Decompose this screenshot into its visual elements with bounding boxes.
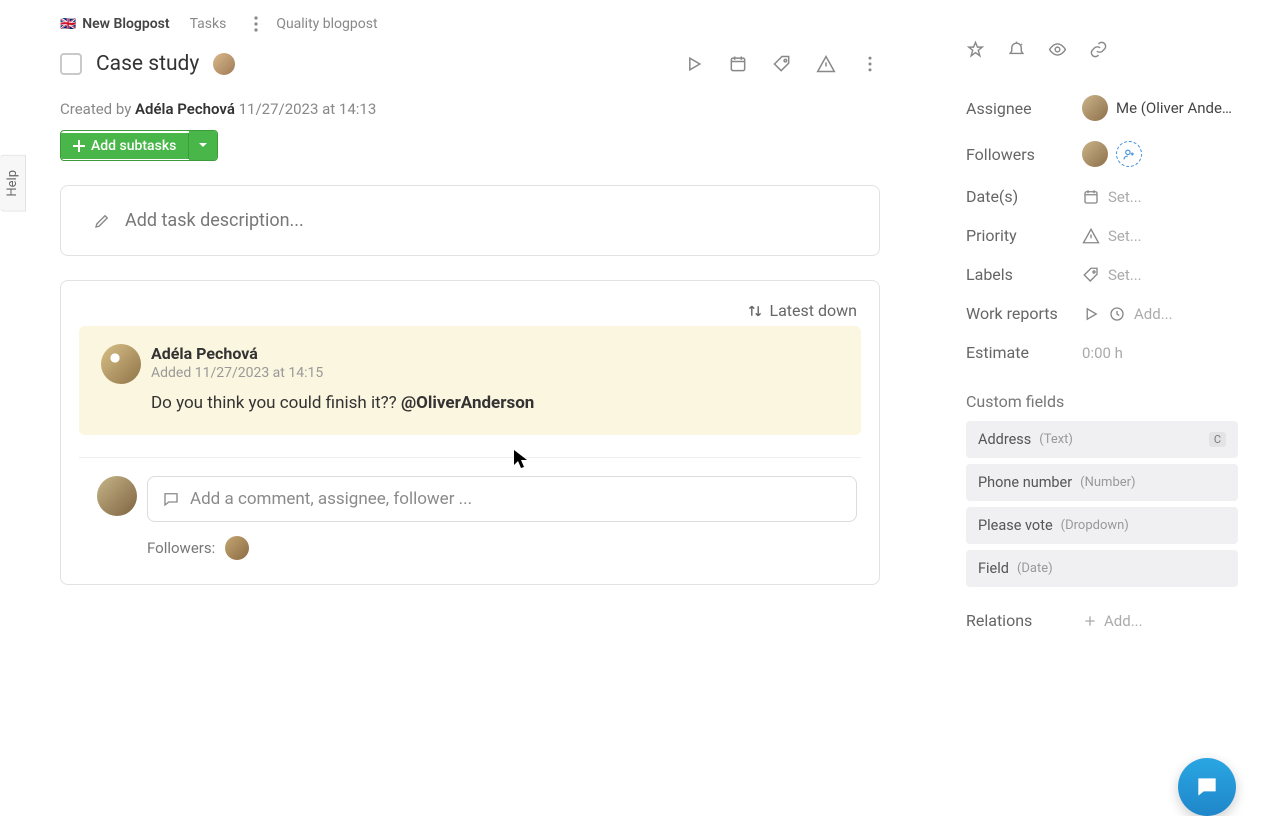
caret-down-icon	[197, 139, 209, 151]
breadcrumb: 🇬🇧 New Blogpost Tasks Quality blogpost	[0, 14, 940, 34]
cf-vote[interactable]: Please vote (Dropdown)	[966, 507, 1238, 544]
cf-phone[interactable]: Phone number (Number)	[966, 464, 1238, 501]
comment-input-placeholder: Add a comment, assignee, follower ...	[190, 489, 472, 509]
plus-icon	[1082, 613, 1098, 629]
assignee-value: Me (Oliver Ande…	[1116, 99, 1232, 117]
play-icon[interactable]	[684, 54, 704, 74]
add-subtasks-dropdown[interactable]	[189, 131, 217, 160]
sort-button[interactable]: Latest down	[747, 301, 857, 320]
reminder-icon[interactable]	[1007, 40, 1026, 59]
follower-side-avatar[interactable]	[1082, 141, 1108, 167]
breadcrumb-project-label: New Blogpost	[82, 16, 169, 32]
tag-icon	[1082, 266, 1100, 284]
star-icon[interactable]	[966, 40, 985, 59]
sort-label: Latest down	[769, 301, 857, 320]
labels-value: Set...	[1108, 266, 1142, 284]
followers-row: Followers	[966, 131, 1238, 177]
add-subtasks-button[interactable]: Add subtasks	[60, 130, 218, 161]
comment-author: Adéla Pechová	[151, 344, 839, 363]
dates-value: Set...	[1108, 188, 1142, 206]
chat-icon	[1194, 774, 1220, 800]
assignee-row[interactable]: Assignee Me (Oliver Ande…	[966, 85, 1238, 131]
estimate-row[interactable]: Estimate 0:00 h	[966, 333, 1238, 372]
assignee-avatar[interactable]	[213, 53, 235, 75]
breadcrumb-tasks[interactable]: Tasks	[190, 16, 227, 32]
custom-fields-title: Custom fields	[966, 392, 1238, 411]
comment-text: Do you think you could finish it?? @Oliv…	[151, 393, 839, 413]
play-icon[interactable]	[1082, 305, 1100, 323]
mention[interactable]: @OliverAnderson	[401, 393, 534, 413]
created-line: Created by Adéla Pechová 11/27/2023 at 1…	[0, 76, 940, 118]
clock-icon	[1108, 305, 1126, 323]
comment-input[interactable]: Add a comment, assignee, follower ...	[147, 476, 857, 522]
labels-row[interactable]: Labels Set...	[966, 255, 1238, 294]
comment: Adéla Pechová Added 11/27/2023 at 14:15 …	[79, 326, 861, 435]
assignee-avatar-side	[1082, 95, 1108, 121]
chat-fab[interactable]	[1178, 758, 1236, 816]
current-user-avatar	[97, 476, 137, 516]
work-reports-row[interactable]: Work reports Add...	[966, 294, 1238, 333]
description-placeholder: Add task description...	[125, 210, 304, 231]
task-title[interactable]: Case study	[96, 52, 199, 76]
eye-icon[interactable]	[1048, 40, 1067, 59]
calendar-icon[interactable]	[728, 54, 748, 74]
warning-icon[interactable]	[816, 54, 836, 74]
comments-card: Latest down Adéla Pechová Added 11/27/20…	[60, 280, 880, 585]
calendar-icon	[1082, 188, 1100, 206]
priority-value: Set...	[1108, 227, 1142, 245]
sort-icon	[747, 303, 763, 319]
comment-meta: Added 11/27/2023 at 14:15	[151, 365, 839, 381]
description-input[interactable]: Add task description...	[60, 185, 880, 256]
tag-icon[interactable]	[772, 54, 792, 74]
follower-avatar[interactable]	[225, 536, 249, 560]
comment-icon	[162, 490, 180, 508]
plus-icon	[73, 140, 85, 152]
add-relation-button[interactable]: Add...	[1082, 612, 1143, 630]
kbd-copy: C	[1209, 432, 1226, 447]
cf-address[interactable]: Address (Text) C	[966, 421, 1238, 458]
work-value: Add...	[1134, 305, 1173, 323]
relations-row: Relations Add...	[966, 611, 1238, 630]
estimate-value: 0:00 h	[1082, 344, 1123, 362]
breadcrumb-current: Quality blogpost	[276, 16, 377, 32]
warning-icon	[1082, 227, 1100, 245]
help-tab[interactable]: Help	[0, 155, 26, 212]
priority-row[interactable]: Priority Set...	[966, 216, 1238, 255]
followers-label: Followers:	[147, 539, 215, 557]
comment-avatar[interactable]	[101, 344, 141, 384]
more-vertical-icon[interactable]	[246, 14, 266, 34]
dates-row[interactable]: Date(s) Set...	[966, 177, 1238, 216]
breadcrumb-project[interactable]: 🇬🇧 New Blogpost	[60, 16, 170, 32]
add-subtasks-label: Add subtasks	[91, 138, 176, 154]
complete-checkbox[interactable]	[60, 53, 82, 75]
add-follower-button[interactable]	[1116, 141, 1142, 167]
link-icon[interactable]	[1089, 40, 1108, 59]
more-icon[interactable]	[860, 54, 880, 74]
cf-field[interactable]: Field (Date)	[966, 550, 1238, 587]
pencil-icon	[93, 212, 111, 230]
flag-icon: 🇬🇧	[60, 17, 76, 32]
